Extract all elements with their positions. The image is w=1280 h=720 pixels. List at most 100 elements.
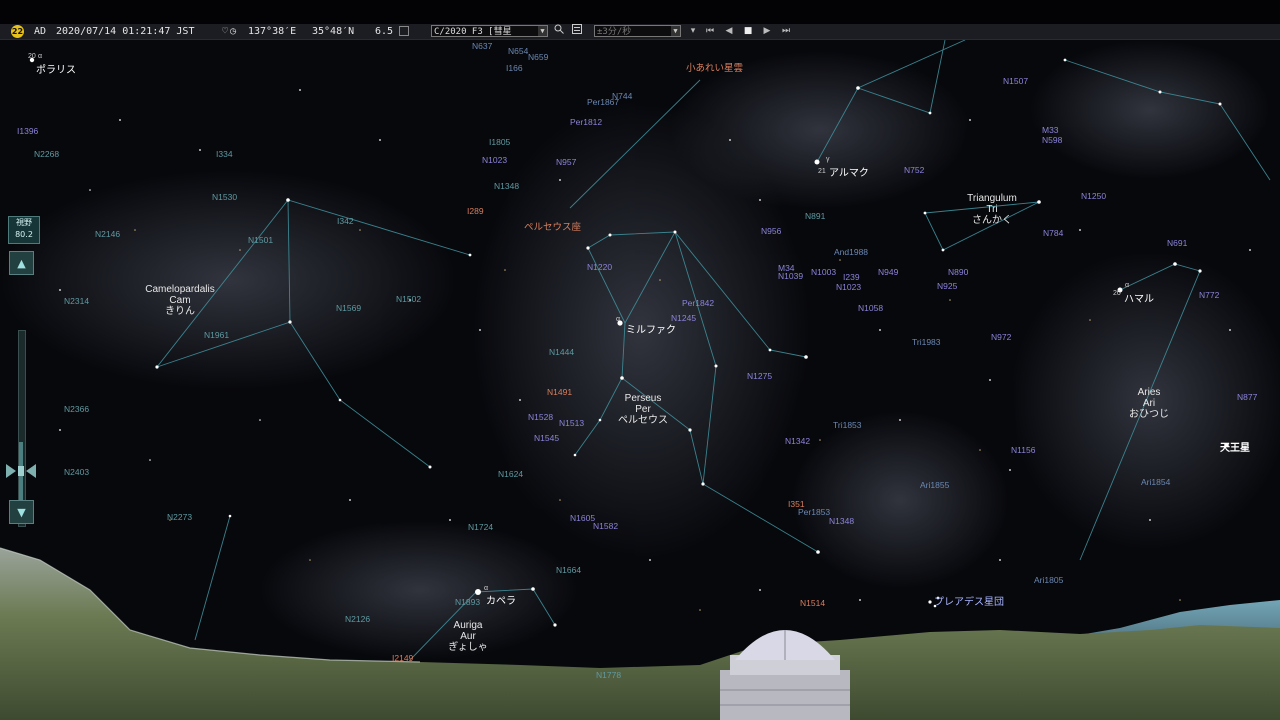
dso-label[interactable]: N1491 (547, 387, 572, 397)
dso-label[interactable]: I342 (337, 216, 354, 226)
list-icon[interactable] (570, 24, 584, 39)
almach-label[interactable]: アルマク (829, 164, 869, 179)
perseus-meteor-label[interactable]: ペルセウス座 (524, 219, 581, 233)
dso-label[interactable]: N1961 (204, 330, 229, 340)
prev-icon[interactable]: ◀ (722, 24, 736, 39)
dso-label[interactable]: N691 (1167, 238, 1187, 248)
dso-label[interactable]: M33 (1042, 125, 1059, 135)
dso-label[interactable]: N1023 (482, 155, 507, 165)
dso-label[interactable]: N772 (1199, 290, 1219, 300)
dso-label[interactable]: N925 (937, 281, 957, 291)
dso-label[interactable]: N1664 (556, 565, 581, 575)
dso-label[interactable]: N1582 (593, 521, 618, 531)
dso-label[interactable]: N1778 (596, 670, 621, 680)
dso-label[interactable]: N1501 (248, 235, 273, 245)
dso-label[interactable]: N1569 (336, 303, 361, 313)
dso-label[interactable]: N1545 (534, 433, 559, 443)
dso-label[interactable]: Per1853 (798, 507, 830, 517)
dso-label[interactable]: I334 (216, 149, 233, 159)
dso-label[interactable]: N1528 (528, 412, 553, 422)
dso-label[interactable]: N598 (1042, 135, 1062, 145)
dso-label[interactable]: N1275 (747, 371, 772, 381)
dso-label[interactable]: N1058 (858, 303, 883, 313)
dso-label[interactable]: And1988 (834, 247, 868, 257)
datetime-display[interactable]: 2020/07/14 01:21:47 JST (56, 24, 194, 39)
dso-label[interactable]: N1348 (829, 516, 854, 526)
target-object-select[interactable]: C/2020 F3 [彗星 C/2020 ▼ (431, 25, 548, 37)
dso-label[interactable]: N2146 (95, 229, 120, 239)
dso-label[interactable]: Ari1805 (1034, 575, 1063, 585)
dso-label[interactable]: N1724 (468, 522, 493, 532)
dso-label[interactable]: N949 (878, 267, 898, 277)
dso-label[interactable]: I2149 (392, 653, 413, 663)
small-dumbbell-label[interactable]: 小あれい星雲 (686, 60, 743, 74)
dso-label[interactable]: Per1842 (682, 298, 714, 308)
dso-label[interactable]: N1624 (498, 469, 523, 479)
dso-label[interactable]: N2366 (64, 404, 89, 414)
dso-label[interactable]: N890 (948, 267, 968, 277)
dso-label[interactable]: N1039 (778, 271, 803, 281)
moon-age-badge[interactable]: 22 (11, 25, 24, 38)
dso-label[interactable]: N891 (805, 211, 825, 221)
dso-label[interactable]: N956 (761, 226, 781, 236)
dso-label[interactable]: Tri1983 (912, 337, 941, 347)
dso-label[interactable]: N654 (508, 46, 528, 56)
dso-label[interactable]: I1805 (489, 137, 510, 147)
dso-label[interactable]: N972 (991, 332, 1011, 342)
dso-label[interactable]: Tri1853 (833, 420, 862, 430)
dso-label[interactable]: N2273 (167, 512, 192, 522)
magnitude-limit-display[interactable]: 6.5 (375, 24, 393, 39)
field-of-view-box[interactable]: 視野 80.2 (8, 216, 40, 244)
dso-label[interactable]: N1530 (212, 192, 237, 202)
dso-label[interactable]: N2403 (64, 467, 89, 477)
mirfak-label[interactable]: ミルファク (626, 321, 676, 336)
dso-label[interactable]: N877 (1237, 392, 1257, 402)
stop-icon[interactable]: ■ (741, 24, 755, 39)
dso-label[interactable]: N1514 (800, 598, 825, 608)
zoom-in-button[interactable]: ▲ (9, 251, 34, 275)
dso-label[interactable]: N1003 (811, 267, 836, 277)
dso-label[interactable]: Ari1854 (1141, 477, 1170, 487)
dso-label[interactable]: N2314 (64, 296, 89, 306)
magnitude-menu-icon[interactable] (399, 26, 409, 36)
constellation-cam[interactable]: Camelopardalis Cam きりん (145, 284, 214, 317)
dso-label[interactable]: N1250 (1081, 191, 1106, 201)
dso-label[interactable]: N1342 (785, 436, 810, 446)
play-icon[interactable]: ▶ (760, 24, 774, 39)
constellation-tri[interactable]: Triangulum Tri さんかく (967, 193, 1017, 226)
dso-label[interactable]: N1513 (559, 418, 584, 428)
hamal-label[interactable]: ハマル (1124, 290, 1154, 305)
dso-label[interactable]: Ari1855 (920, 480, 949, 490)
clock-icon[interactable]: ◷ (230, 24, 236, 39)
zoom-out-button[interactable]: ▼ (9, 500, 34, 524)
dso-label[interactable]: Per1812 (570, 117, 602, 127)
observer-location-icon[interactable]: ♡ (222, 24, 228, 39)
capella-label[interactable]: カペラ (486, 592, 516, 607)
prev-end-icon[interactable]: ⏮ (703, 24, 717, 39)
dso-label[interactable]: I166 (506, 63, 523, 73)
dso-label[interactable]: N1220 (587, 262, 612, 272)
dso-label[interactable]: N2268 (34, 149, 59, 159)
dso-label[interactable]: N1502 (396, 294, 421, 304)
dso-label[interactable]: N1156 (1011, 445, 1035, 455)
dso-label[interactable]: I1396 (17, 126, 38, 136)
dso-label[interactable]: N957 (556, 157, 576, 167)
dso-label[interactable]: N1444 (549, 347, 574, 357)
dso-label[interactable]: N2126 (345, 614, 370, 624)
constellation-ari[interactable]: Aries Ari おひつじ (1129, 387, 1169, 420)
time-speed-select[interactable]: ±3分/秒 ▼ (594, 25, 681, 37)
constellation-aur[interactable]: Auriga Aur ぎょしゃ (448, 620, 488, 653)
dso-label[interactable]: I239 (843, 272, 860, 282)
dso-label[interactable]: Per1867 (587, 97, 619, 107)
dso-label[interactable]: N1348 (494, 181, 519, 191)
search-icon[interactable] (552, 24, 566, 39)
sky-view[interactable]: 20 α ポラリス α ミルファク α カペラ γ 21 アルマク α 20 ハ… (0, 40, 1280, 720)
uranus-label[interactable]: 天王星 (1220, 439, 1250, 454)
sky-map-canvas[interactable] (0, 40, 1280, 720)
speed-menu-icon[interactable]: ▾ (686, 24, 700, 39)
dso-label[interactable]: N1507 (1003, 76, 1028, 86)
dso-label[interactable]: N1023 (836, 282, 861, 292)
dso-label[interactable]: N784 (1043, 228, 1063, 238)
pleiades-label[interactable]: プレアデス星団 (934, 593, 1004, 608)
dso-label[interactable]: N637 (472, 41, 492, 51)
